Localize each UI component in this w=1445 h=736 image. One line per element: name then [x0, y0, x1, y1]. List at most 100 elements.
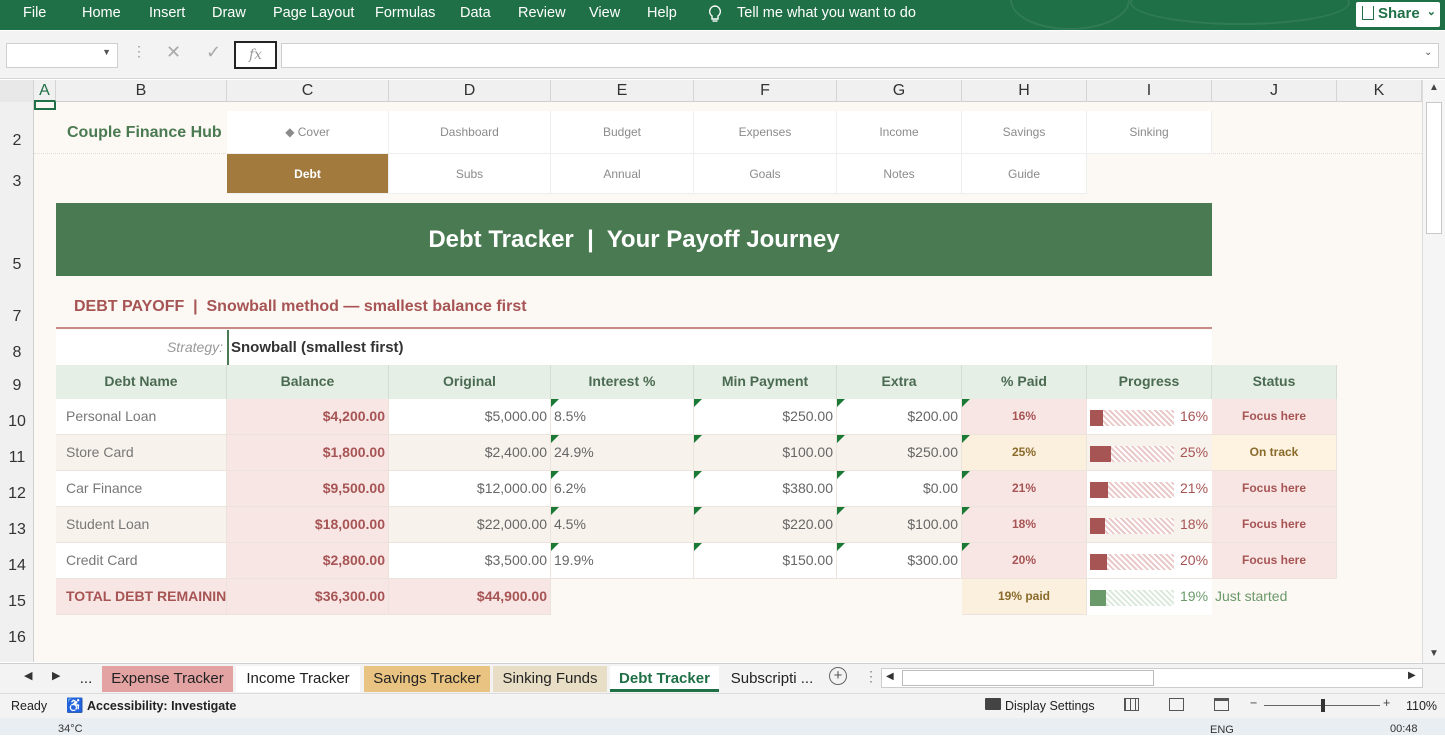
tab-review[interactable]: Review — [518, 5, 566, 21]
cell-original[interactable]: $12,000.00 — [389, 471, 551, 507]
nav-subs[interactable]: Subs — [389, 154, 551, 194]
col-header-h[interactable]: H — [962, 80, 1087, 102]
nav-savings[interactable]: Savings — [962, 111, 1087, 154]
cell-min-payment[interactable]: $220.00 — [694, 507, 837, 543]
nav-expenses[interactable]: Expenses — [694, 111, 837, 154]
cell-balance[interactable]: $1,800.00 — [227, 435, 389, 471]
tab-view[interactable]: View — [589, 5, 620, 21]
hscroll-thumb[interactable] — [902, 670, 1154, 686]
worksheet[interactable]: Couple Finance Hub ◆ Cover Dashboard Bud… — [34, 102, 1422, 662]
row-header[interactable]: 15 — [0, 593, 34, 611]
cell-interest[interactable]: 8.5% — [551, 399, 694, 435]
cancel-icon[interactable]: ✕ — [166, 42, 181, 63]
splitter-icon[interactable]: ⋮ — [864, 668, 878, 685]
sheet-tab-savings[interactable]: Savings Tracker — [364, 666, 490, 692]
col-header-i[interactable]: I — [1087, 80, 1212, 102]
cell-extra[interactable]: $0.00 — [837, 471, 962, 507]
col-header-e[interactable]: E — [551, 80, 694, 102]
nav-income[interactable]: Income — [837, 111, 962, 154]
sheet-tab-subscriptions[interactable]: Subscripti ... — [722, 666, 822, 692]
cell-interest[interactable]: 4.5% — [551, 507, 694, 543]
accessibility-status[interactable]: Accessibility: Investigate — [87, 699, 236, 713]
enter-icon[interactable]: ✓ — [206, 42, 221, 63]
row-header[interactable]: 14 — [0, 557, 34, 575]
tab-home[interactable]: Home — [82, 5, 121, 21]
cell-pct-paid[interactable]: 18% — [962, 507, 1087, 543]
cell-original[interactable]: $22,000.00 — [389, 507, 551, 543]
row-header[interactable]: 2 — [0, 132, 34, 150]
cell-extra[interactable]: $250.00 — [837, 435, 962, 471]
row-header[interactable]: 7 — [0, 308, 34, 326]
normal-view-icon[interactable] — [1124, 698, 1139, 711]
cell-debt-name[interactable]: Personal Loan — [56, 399, 227, 435]
page-layout-view-icon[interactable] — [1169, 698, 1184, 711]
zoom-in-icon[interactable]: + — [1383, 696, 1390, 710]
nav-dashboard[interactable]: Dashboard — [389, 111, 551, 154]
tab-help[interactable]: Help — [647, 5, 677, 21]
cell-original[interactable]: $5,000.00 — [389, 399, 551, 435]
prev-sheet-icon[interactable]: ◀ — [24, 669, 32, 682]
row-header[interactable]: 9 — [0, 377, 34, 395]
nav-cover[interactable]: ◆ Cover — [227, 111, 389, 154]
sheet-tab-debt[interactable]: Debt Tracker — [610, 666, 719, 692]
scroll-left-icon[interactable]: ◀ — [886, 671, 894, 682]
col-header-d[interactable]: D — [389, 80, 551, 102]
cell-extra[interactable]: $200.00 — [837, 399, 962, 435]
scroll-right-icon[interactable]: ▶ — [1408, 670, 1416, 681]
cell-min-payment[interactable]: $380.00 — [694, 471, 837, 507]
expand-formula-icon[interactable]: ⌄ — [1424, 47, 1432, 58]
row-header[interactable]: 10 — [0, 413, 34, 431]
tell-me-search[interactable]: Tell me what you want to do — [737, 5, 916, 21]
cell-extra[interactable]: $100.00 — [837, 507, 962, 543]
add-sheet-icon[interactable]: + — [829, 667, 847, 685]
cell-balance[interactable]: $2,800.00 — [227, 543, 389, 579]
active-cell[interactable] — [34, 102, 56, 110]
sheet-tab-sinking[interactable]: Sinking Funds — [493, 666, 607, 692]
select-all-corner[interactable] — [0, 80, 34, 102]
cell-balance[interactable]: $4,200.00 — [227, 399, 389, 435]
cell-pct-paid[interactable]: 20% — [962, 543, 1087, 579]
cell-pct-paid[interactable]: 21% — [962, 471, 1087, 507]
nav-debt[interactable]: Debt — [227, 154, 389, 194]
cell-debt-name[interactable]: Student Loan — [56, 507, 227, 543]
cell-min-payment[interactable]: $250.00 — [694, 399, 837, 435]
display-settings[interactable]: Display Settings — [1005, 699, 1095, 713]
tab-draw[interactable]: Draw — [212, 5, 246, 21]
col-header-a[interactable]: A — [34, 80, 56, 102]
col-header-b[interactable]: B — [56, 80, 227, 102]
sheet-tab-income[interactable]: Income Tracker — [236, 666, 360, 692]
cell-extra[interactable]: $300.00 — [837, 543, 962, 579]
zoom-slider-thumb[interactable] — [1321, 699, 1325, 712]
cell-interest[interactable]: 24.9% — [551, 435, 694, 471]
cell-original[interactable]: $3,500.00 — [389, 543, 551, 579]
col-header-j[interactable]: J — [1212, 80, 1337, 102]
insert-function-button[interactable]: fx — [234, 41, 277, 69]
nav-sinking[interactable]: Sinking — [1087, 111, 1212, 154]
nav-guide[interactable]: Guide — [962, 154, 1087, 194]
col-header-k[interactable]: K — [1337, 80, 1422, 102]
row-header[interactable]: 3 — [0, 173, 34, 191]
cell-min-payment[interactable]: $150.00 — [694, 543, 837, 579]
scroll-thumb[interactable] — [1426, 102, 1442, 234]
cell-debt-name[interactable]: Credit Card — [56, 543, 227, 579]
nav-goals[interactable]: Goals — [694, 154, 837, 194]
tab-insert[interactable]: Insert — [149, 5, 185, 21]
cell-balance[interactable]: $18,000.00 — [227, 507, 389, 543]
cell-debt-name[interactable]: Car Finance — [56, 471, 227, 507]
row-header[interactable]: 12 — [0, 485, 34, 503]
scroll-up-icon[interactable]: ▲ — [1429, 82, 1439, 93]
nav-notes[interactable]: Notes — [837, 154, 962, 194]
row-header[interactable]: 11 — [0, 449, 34, 467]
row-header[interactable]: 5 — [0, 256, 34, 274]
vertical-scrollbar[interactable]: ▲ ▼ — [1422, 80, 1445, 663]
page-break-view-icon[interactable] — [1214, 698, 1229, 711]
dropdown-icon[interactable]: ▼ — [102, 47, 111, 57]
cell-balance[interactable]: $9,500.00 — [227, 471, 389, 507]
formula-input[interactable] — [281, 43, 1439, 68]
tab-data[interactable]: Data — [460, 5, 491, 21]
name-box[interactable]: ▼ — [6, 43, 118, 68]
cell-original[interactable]: $2,400.00 — [389, 435, 551, 471]
row-header[interactable]: 8 — [0, 344, 34, 362]
cell-interest[interactable]: 6.2% — [551, 471, 694, 507]
nav-budget[interactable]: Budget — [551, 111, 694, 154]
